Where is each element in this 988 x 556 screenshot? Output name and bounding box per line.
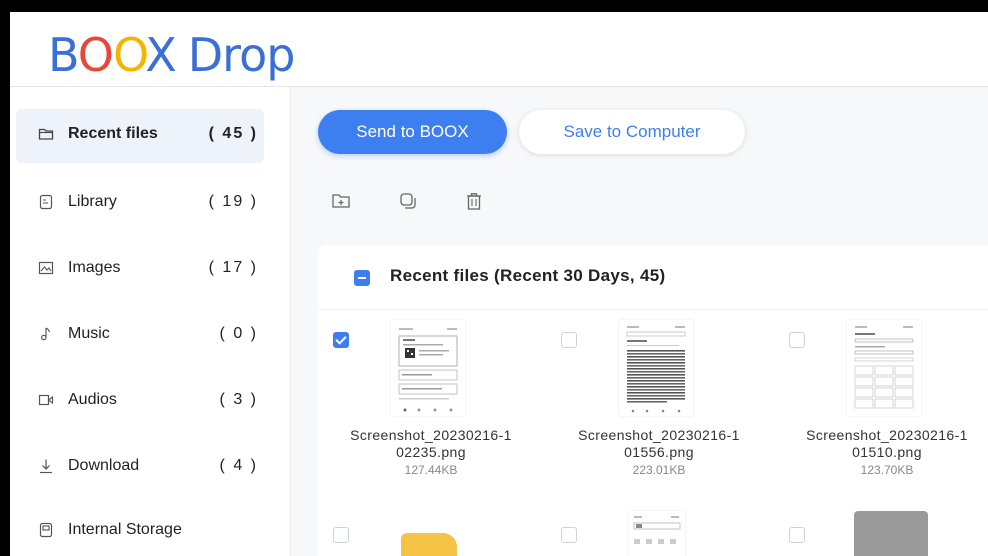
storage-icon (38, 522, 54, 538)
file-thumbnail (619, 320, 693, 416)
file-checkbox[interactable] (789, 332, 805, 348)
file-name: Screenshot_20230216-1 01510.png (774, 427, 988, 461)
file-thumbnail (854, 511, 928, 556)
file-checkbox[interactable] (789, 527, 805, 543)
trash-icon[interactable] (463, 190, 485, 212)
file-card[interactable] (318, 505, 544, 556)
file-name-line: Screenshot_20230216-1 (350, 427, 512, 443)
sidebar-item-count: ( 0 ) (219, 325, 258, 342)
logo-letter: O (112, 28, 146, 82)
sidebar-item-audios[interactable]: Audios ( 3 ) (16, 375, 264, 429)
book-icon (38, 194, 54, 210)
file-name: Screenshot_20230216-1 02235.png (318, 427, 544, 461)
select-all-checkbox[interactable] (354, 270, 370, 286)
boox-drop-app: BOOX Drop Recent files ( 45 ) Library ( 1… (10, 12, 988, 556)
file-card[interactable] (546, 505, 772, 556)
file-thumbnail (847, 320, 921, 416)
sidebar: Recent files ( 45 ) Library ( 19 ) Image… (10, 87, 291, 556)
file-name-line: 01556.png (624, 444, 694, 460)
file-checkbox[interactable] (333, 332, 349, 348)
file-name-line: 02235.png (396, 444, 466, 460)
sidebar-item-internal-storage[interactable]: Internal Storage (16, 505, 264, 556)
boox-drop-logo: BOOX Drop (48, 28, 296, 82)
sidebar-item-count: ( 45 ) (208, 125, 258, 142)
logo-suffix: Drop (187, 28, 296, 82)
sidebar-item-label: Recent files (68, 125, 158, 142)
file-thumbnail (629, 511, 685, 556)
file-size: 123.70KB (860, 463, 914, 477)
copy-icon[interactable] (397, 190, 419, 212)
logo-letter: B (48, 28, 79, 82)
sidebar-item-count: ( 3 ) (219, 391, 258, 408)
file-checkbox[interactable] (561, 332, 577, 348)
save-to-computer-button[interactable]: Save to Computer (519, 110, 745, 154)
header: BOOX Drop (10, 12, 988, 87)
sidebar-item-download[interactable]: Download ( 4 ) (16, 441, 264, 495)
file-size: 223.01KB (632, 463, 686, 477)
logo-letter: O (77, 28, 114, 82)
file-name-line: 01510.png (852, 444, 922, 460)
sidebar-item-label: Audios (68, 391, 117, 408)
file-size: 127.44KB (404, 463, 458, 477)
sidebar-item-recent-files[interactable]: Recent files ( 45 ) (16, 109, 264, 163)
file-checkbox[interactable] (561, 527, 577, 543)
sidebar-item-images[interactable]: Images ( 17 ) (16, 243, 264, 297)
download-icon (38, 458, 54, 474)
send-to-boox-button[interactable]: Send to BOOX (318, 110, 507, 154)
music-note-icon (38, 326, 54, 342)
audio-icon (38, 392, 54, 408)
file-checkbox[interactable] (333, 527, 349, 543)
sidebar-item-music[interactable]: Music ( 0 ) (16, 309, 264, 363)
file-name-line: Screenshot_20230216-1 (806, 427, 968, 443)
file-card[interactable]: Screenshot_20230216-1 02235.png 127.44KB (318, 310, 544, 500)
main-content: Send to BOOX Save to Computer Recent fil… (291, 87, 988, 556)
folder-icon (401, 533, 457, 556)
sidebar-item-count: ( 17 ) (208, 259, 258, 276)
sidebar-item-label: Internal Storage (68, 521, 182, 538)
file-card[interactable]: Screenshot_20230216-1 01510.png 123.70KB (774, 310, 988, 500)
panel-title: Recent files (Recent 30 Days, 45) (390, 266, 666, 285)
sidebar-item-label: Music (68, 325, 110, 342)
sidebar-item-label: Images (68, 259, 121, 276)
sidebar-item-count: ( 4 ) (219, 457, 258, 474)
file-card[interactable]: Screenshot_20230216-1 01556.png 223.01KB (546, 310, 772, 500)
file-name-line: Screenshot_20230216-1 (578, 427, 740, 443)
file-name: Screenshot_20230216-1 01556.png (546, 427, 772, 461)
sidebar-item-label: Library (68, 193, 117, 210)
file-thumbnail (391, 320, 465, 416)
folder-icon (38, 126, 54, 142)
recent-files-panel: Recent files (Recent 30 Days, 45) Screen… (318, 245, 988, 556)
sidebar-item-count: ( 19 ) (208, 193, 258, 210)
sidebar-item-library[interactable]: Library ( 19 ) (16, 177, 264, 231)
image-icon (38, 260, 54, 276)
sidebar-item-label: Download (68, 457, 140, 474)
file-card[interactable] (774, 505, 988, 556)
logo-letter: X (145, 28, 177, 82)
panel-header: Recent files (Recent 30 Days, 45) (318, 245, 988, 310)
new-folder-icon[interactable] (330, 190, 352, 212)
